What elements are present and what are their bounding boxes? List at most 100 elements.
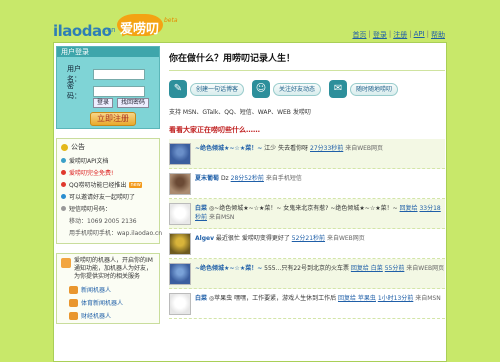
- notice-header: 公告: [61, 142, 155, 152]
- notice-item-invite[interactable]: 可以邀请好友一起唠叨了: [61, 192, 155, 201]
- robot-link-sports[interactable]: 体育新闻机器人: [61, 298, 155, 307]
- follow-friends-button[interactable]: 关注好友动态: [273, 82, 322, 96]
- divider: [169, 70, 445, 71]
- action-follow[interactable]: ☺ 关注好友动态: [252, 80, 322, 98]
- new-badge: new: [129, 181, 142, 188]
- logo-domain-suffix: .cn: [105, 26, 116, 34]
- feed-item: ~绝色倾城★~☆★菜！~ 江少 失去看你呀 27分33秒前 来自WEB网页: [169, 139, 445, 169]
- robot-link-news[interactable]: 新闻机器人: [61, 285, 155, 294]
- feed-item: ~绝色倾城★~☆★菜！~ 555...只有22号到北京的火车票 回复给 白菜 5…: [169, 259, 445, 289]
- register-button[interactable]: 立即注册: [90, 112, 136, 126]
- avatar[interactable]: [169, 173, 191, 195]
- notice-text: QQ唠叨功能已经推出: [69, 182, 127, 189]
- feed-item-body: ~绝色倾城★~☆★菜！~ 555...只有22号到北京的火车票 回复给 白菜 5…: [195, 264, 444, 286]
- left-sidebar: 用户登录 用户名： 密 码： 登录 找回密码 立即注册 公告 爱唠叨API文档: [56, 46, 163, 324]
- login-button[interactable]: 登录: [93, 98, 114, 108]
- reply-link[interactable]: 回复给 苹果虫: [338, 295, 376, 302]
- nav-separator: |: [368, 30, 371, 38]
- notice-item-sms: 短信唠叨号码：: [61, 204, 155, 213]
- robot-link-label: 体育新闻机器人: [81, 300, 124, 307]
- robot-icon: [69, 298, 78, 307]
- notice-text: 可以邀请好友一起唠叨了: [69, 194, 136, 201]
- create-blog-button[interactable]: 创建一句话博客: [190, 82, 245, 96]
- bullet-icon: [61, 182, 66, 187]
- login-panel: 用户登录 用户名： 密 码： 登录 找回密码 立即注册: [56, 46, 160, 129]
- avatar[interactable]: [169, 143, 191, 165]
- source-label: 来自MSN: [415, 295, 441, 302]
- logo-chinese-name: 爱唠叨: [120, 22, 160, 37]
- bullet-icon: [61, 206, 66, 211]
- action-anywhere[interactable]: ✉ 随时随地唠叨: [329, 80, 399, 98]
- nav-api[interactable]: API: [414, 30, 425, 40]
- wap-address: 用手机唠叨手机：wap.ilaodao.cn: [69, 230, 163, 237]
- top-navigation: 首页 | 登录 | 注册 | API | 帮助: [352, 30, 445, 40]
- beta-badge: beta: [164, 17, 178, 24]
- robot-link-label: 财经机器人: [81, 313, 112, 320]
- logo-text: ilaodao: [53, 22, 112, 40]
- robot-icon: [69, 285, 78, 294]
- avatar[interactable]: [169, 263, 191, 285]
- nav-separator: |: [409, 30, 412, 38]
- password-input[interactable]: [93, 85, 145, 97]
- timestamp-link[interactable]: 55分前: [385, 265, 405, 272]
- username-link[interactable]: 夏末葡萄: [195, 175, 219, 182]
- timestamp-link[interactable]: 28分52秒前: [231, 175, 264, 182]
- forgot-password-button[interactable]: 找回密码: [117, 98, 150, 108]
- username-link[interactable]: Algev: [195, 235, 214, 242]
- timestamp-link[interactable]: 27分33秒前: [310, 145, 343, 152]
- nav-separator: |: [426, 30, 429, 38]
- robot-desc-text: 爱唠叨的机器人，开启你的IM通知功能，加机器人为好友，为你提供实时的相关服务: [74, 257, 153, 280]
- bullet-icon: [61, 158, 66, 163]
- source-label: 来自WEB网页: [345, 145, 384, 152]
- username-link[interactable]: ~绝色倾城★~☆★菜！~: [195, 265, 262, 272]
- username-link[interactable]: 白菜: [195, 295, 207, 302]
- message-icon: ✉: [329, 80, 348, 98]
- chat-anywhere-button[interactable]: 随时随地唠叨: [350, 82, 399, 96]
- timestamp-link[interactable]: 1小时13分前: [378, 295, 413, 302]
- reply-link[interactable]: 回复给 白菜: [351, 265, 383, 272]
- login-title: 用户登录: [57, 47, 159, 57]
- feed-item: Algev 最近很忙 爱唠叨变得更好了 52分21秒前 来自WEB网页: [169, 229, 445, 259]
- robot-box: 爱唠叨的机器人，开启你的IM通知功能，加机器人为好友，为你提供实时的相关服务 新…: [56, 253, 160, 324]
- notice-item-qq[interactable]: QQ唠叨功能已经推出 new: [61, 180, 155, 189]
- notice-text: 短信唠叨号码：: [69, 206, 112, 213]
- pencil-icon: ✎: [169, 80, 187, 98]
- nav-register[interactable]: 注册: [393, 30, 407, 40]
- nav-separator: |: [388, 30, 392, 38]
- status-text: ◎苹果虫 嘿嘿，工作要紧，游戏人生休到工作后: [208, 295, 337, 302]
- avatar[interactable]: [169, 203, 191, 225]
- nav-help[interactable]: 帮助: [431, 30, 445, 40]
- notice-title: 公告: [71, 143, 85, 151]
- username-input[interactable]: [93, 68, 145, 80]
- avatar[interactable]: [169, 233, 191, 255]
- main-content: 你在做什么？用唠叨记录人生！ ✎ 创建一句话博客 ☺ 关注好友动态 ✉ 随时随地…: [169, 43, 445, 319]
- lightbulb-icon: [61, 143, 68, 151]
- friend-icon: ☺: [252, 80, 271, 98]
- status-text: 555...只有22号到北京的火车票: [264, 265, 349, 272]
- robot-link-finance[interactable]: 财经机器人: [61, 311, 155, 320]
- notice-item-free[interactable]: 爱唠叨完全免费!: [61, 168, 155, 177]
- username-link[interactable]: ~绝色倾城★~☆★菜！~: [195, 145, 262, 152]
- password-label: 密 码：: [67, 82, 81, 100]
- action-blog[interactable]: ✎ 创建一句话博客: [169, 80, 245, 98]
- reply-link[interactable]: 回复给: [400, 205, 418, 212]
- page-headline: 你在做什么？用唠叨记录人生！: [169, 54, 296, 64]
- robot-description: 爱唠叨的机器人，开启你的IM通知功能，加机器人为好友，为你提供实时的相关服务: [61, 257, 155, 281]
- nav-home[interactable]: 首页: [352, 30, 366, 40]
- robot-icon: [61, 258, 71, 268]
- feed-item: 夏末葡萄 Dz 28分52秒前 来自手机短信: [169, 169, 445, 199]
- notice-text: 爱唠叨API文档: [69, 158, 109, 165]
- username-link[interactable]: 白菜: [195, 205, 207, 212]
- sms-mobile-number: 移动：1069 2005 2136: [69, 218, 137, 225]
- robot-icon: [69, 311, 78, 320]
- bullet-icon: [61, 194, 66, 199]
- feed-item-body: 夏末葡萄 Dz 28分52秒前 来自手机短信: [195, 174, 302, 196]
- main-container: 用户登录 用户名： 密 码： 登录 找回密码 立即注册 公告 爱唠叨API文档: [53, 42, 447, 362]
- avatar[interactable]: [169, 293, 191, 315]
- timestamp-link[interactable]: 52分21秒前: [292, 235, 325, 242]
- nav-login[interactable]: 登录: [373, 30, 387, 40]
- feed-item: 白菜 ◎~绝色倾城★~☆★菜！~ 女鬼来北京有惹? ~绝色倾城★~☆★菜！~ 回…: [169, 199, 445, 229]
- bullet-icon: [61, 170, 66, 175]
- support-text: 支持 MSN、GTalk、QQ、短信、WAP、WEB 发唠叨: [169, 109, 311, 116]
- notice-item-api[interactable]: 爱唠叨API文档: [61, 156, 155, 165]
